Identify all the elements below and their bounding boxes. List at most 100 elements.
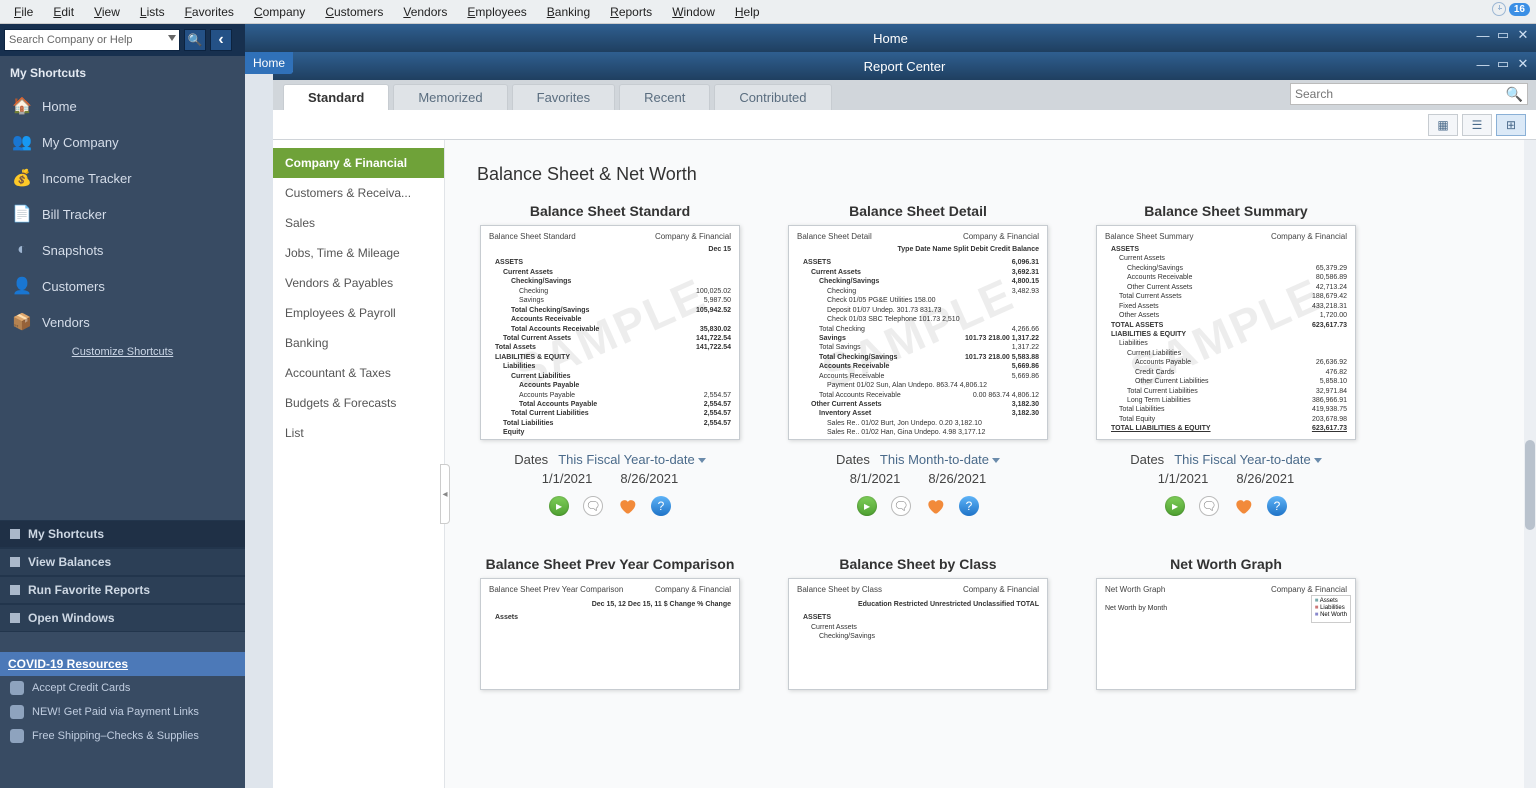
menu-help[interactable]: Help	[725, 3, 770, 21]
category-2[interactable]: Sales	[273, 208, 444, 238]
category-9[interactable]: List	[273, 418, 444, 448]
report-thumbnail[interactable]: Balance Sheet DetailCompany & Financial …	[788, 225, 1048, 440]
panel-view-balances[interactable]: View Balances	[0, 548, 245, 576]
date-range-dropdown[interactable]: This Fiscal Year-to-date	[558, 452, 706, 467]
category-6[interactable]: Banking	[273, 328, 444, 358]
rc-maximize-button[interactable]: ▭	[1496, 57, 1510, 71]
resource-free-shipping[interactable]: Free Shipping–Checks & Supplies	[0, 724, 245, 748]
run-report-button[interactable]: ▸	[857, 496, 877, 516]
report-info-button[interactable]: 🗨	[1199, 496, 1219, 516]
home-close-button[interactable]: ✕	[1516, 28, 1530, 42]
tab-recent[interactable]: Recent	[619, 84, 710, 110]
menu-reports[interactable]: Reports	[600, 3, 662, 21]
favorite-button[interactable]	[925, 496, 945, 516]
run-report-button[interactable]: ▸	[549, 496, 569, 516]
menu-window[interactable]: Window	[662, 3, 725, 21]
search-button[interactable]: 🔍	[184, 29, 206, 51]
favorite-button[interactable]	[617, 496, 637, 516]
sidebar-item-0[interactable]: 🏠 Home	[0, 88, 245, 124]
report-thumbnail[interactable]: Net Worth GraphCompany & Financial Net W…	[1096, 578, 1356, 690]
view-list-button[interactable]: ☰	[1462, 114, 1492, 136]
covid-resources-header[interactable]: COVID-19 Resources	[0, 652, 245, 676]
sidebar-icon-1: 👥	[12, 132, 32, 152]
category-5[interactable]: Employees & Payroll	[273, 298, 444, 328]
sidebar-search-row: Search Company or Help 🔍 ‹	[0, 24, 245, 56]
link-icon	[10, 705, 24, 719]
report-search-box[interactable]: 🔍	[1290, 83, 1528, 105]
report-thumbnail[interactable]: Balance Sheet by ClassCompany & Financia…	[788, 578, 1048, 690]
category-4[interactable]: Vendors & Payables	[273, 268, 444, 298]
report-help-button[interactable]: ?	[651, 496, 671, 516]
sidebar-item-5[interactable]: 👤 Customers	[0, 268, 245, 304]
chart-legend: AssetsLiabilitiesNet Worth	[1311, 595, 1351, 623]
search-icon[interactable]: 🔍	[1506, 86, 1523, 103]
reports-grid[interactable]: Balance Sheet & Net Worth Balance Sheet …	[445, 140, 1536, 788]
sidebar-icon-0: 🏠	[12, 96, 32, 116]
date-range-dropdown[interactable]: This Fiscal Year-to-date	[1174, 452, 1322, 467]
panel-my-shortcuts[interactable]: My Shortcuts	[0, 520, 245, 548]
reminders-icon[interactable]	[1492, 2, 1506, 16]
menu-file[interactable]: File	[4, 3, 43, 21]
date-range-dropdown[interactable]: This Month-to-date	[880, 452, 1000, 467]
sidebar-item-6[interactable]: 📦 Vendors	[0, 304, 245, 340]
tab-standard[interactable]: Standard	[283, 84, 389, 110]
category-8[interactable]: Budgets & Forecasts	[273, 388, 444, 418]
scrollbar-thumb[interactable]	[1525, 440, 1535, 530]
resource-accept-cards[interactable]: Accept Credit Cards	[0, 676, 245, 700]
menu-edit[interactable]: Edit	[43, 3, 84, 21]
home-tab[interactable]: Home	[245, 52, 293, 74]
sidebar-icon-6: 📦	[12, 312, 32, 332]
resource-payment-links[interactable]: NEW! Get Paid via Payment Links	[0, 700, 245, 724]
tab-memorized[interactable]: Memorized	[393, 84, 507, 110]
category-3[interactable]: Jobs, Time & Mileage	[273, 238, 444, 268]
panel-open-windows[interactable]: Open Windows	[0, 604, 245, 632]
menu-banking[interactable]: Banking	[537, 3, 600, 21]
sidebar-item-1[interactable]: 👥 My Company	[0, 124, 245, 160]
report-help-button[interactable]: ?	[959, 496, 979, 516]
sidebar-item-2[interactable]: 💰 Income Tracker	[0, 160, 245, 196]
rc-minimize-button[interactable]: —	[1476, 57, 1490, 71]
sidebar-item-4[interactable]: ◐ Snapshots	[0, 232, 245, 268]
view-grid-button[interactable]: ⊞	[1496, 114, 1526, 136]
report-info-button[interactable]: 🗨	[583, 496, 603, 516]
sidebar-label-5: Customers	[42, 279, 105, 294]
tab-favorites[interactable]: Favorites	[512, 84, 615, 110]
menu-company[interactable]: Company	[244, 3, 315, 21]
sidebar-label-6: Vendors	[42, 315, 90, 330]
home-minimize-button[interactable]: —	[1476, 28, 1490, 42]
menu-view[interactable]: View	[84, 3, 130, 21]
menubar: File Edit View Lists Favorites Company C…	[0, 0, 1536, 24]
category-7[interactable]: Accountant & Taxes	[273, 358, 444, 388]
report-thumbnail[interactable]: Balance Sheet SummaryCompany & Financial…	[1096, 225, 1356, 440]
panel-run-favorite-reports[interactable]: Run Favorite Reports	[0, 576, 245, 604]
category-0[interactable]: Company & Financial	[273, 148, 444, 178]
menu-vendors[interactable]: Vendors	[393, 3, 457, 21]
customize-shortcuts-link[interactable]: Customize Shortcuts	[0, 340, 245, 370]
report-thumbnail[interactable]: Balance Sheet StandardCompany & Financia…	[480, 225, 740, 440]
view-carousel-button[interactable]: ▦	[1428, 114, 1458, 136]
run-report-button[interactable]: ▸	[1165, 496, 1185, 516]
report-search-input[interactable]	[1295, 87, 1506, 101]
menu-lists[interactable]: Lists	[130, 3, 175, 21]
category-1[interactable]: Customers & Receiva...	[273, 178, 444, 208]
favorite-button[interactable]	[1233, 496, 1253, 516]
report-help-button[interactable]: ?	[1267, 496, 1287, 516]
menu-employees[interactable]: Employees	[457, 3, 536, 21]
report-info-button[interactable]: 🗨	[891, 496, 911, 516]
menu-favorites[interactable]: Favorites	[175, 3, 244, 21]
search-dropdown-icon[interactable]	[168, 35, 176, 41]
home-maximize-button[interactable]: ▭	[1496, 28, 1510, 42]
menu-customers[interactable]: Customers	[315, 3, 393, 21]
vertical-scrollbar[interactable]	[1524, 140, 1536, 788]
sidebar-item-3[interactable]: 📄 Bill Tracker	[0, 196, 245, 232]
search-company-box[interactable]: Search Company or Help	[4, 29, 180, 51]
collapse-sidebar-button[interactable]: ‹	[210, 29, 232, 51]
report-card-title: Balance Sheet Detail	[783, 203, 1053, 219]
report-card-2: Balance Sheet Summary Balance Sheet Summ…	[1091, 203, 1361, 516]
rc-close-button[interactable]: ✕	[1516, 57, 1530, 71]
tab-contributed[interactable]: Contributed	[714, 84, 831, 110]
report-thumbnail[interactable]: Balance Sheet Prev Year ComparisonCompan…	[480, 578, 740, 690]
category-collapse-handle[interactable]: ◂	[440, 464, 450, 524]
notification-count[interactable]: 16	[1509, 3, 1530, 16]
sidebar-label-1: My Company	[42, 135, 119, 150]
